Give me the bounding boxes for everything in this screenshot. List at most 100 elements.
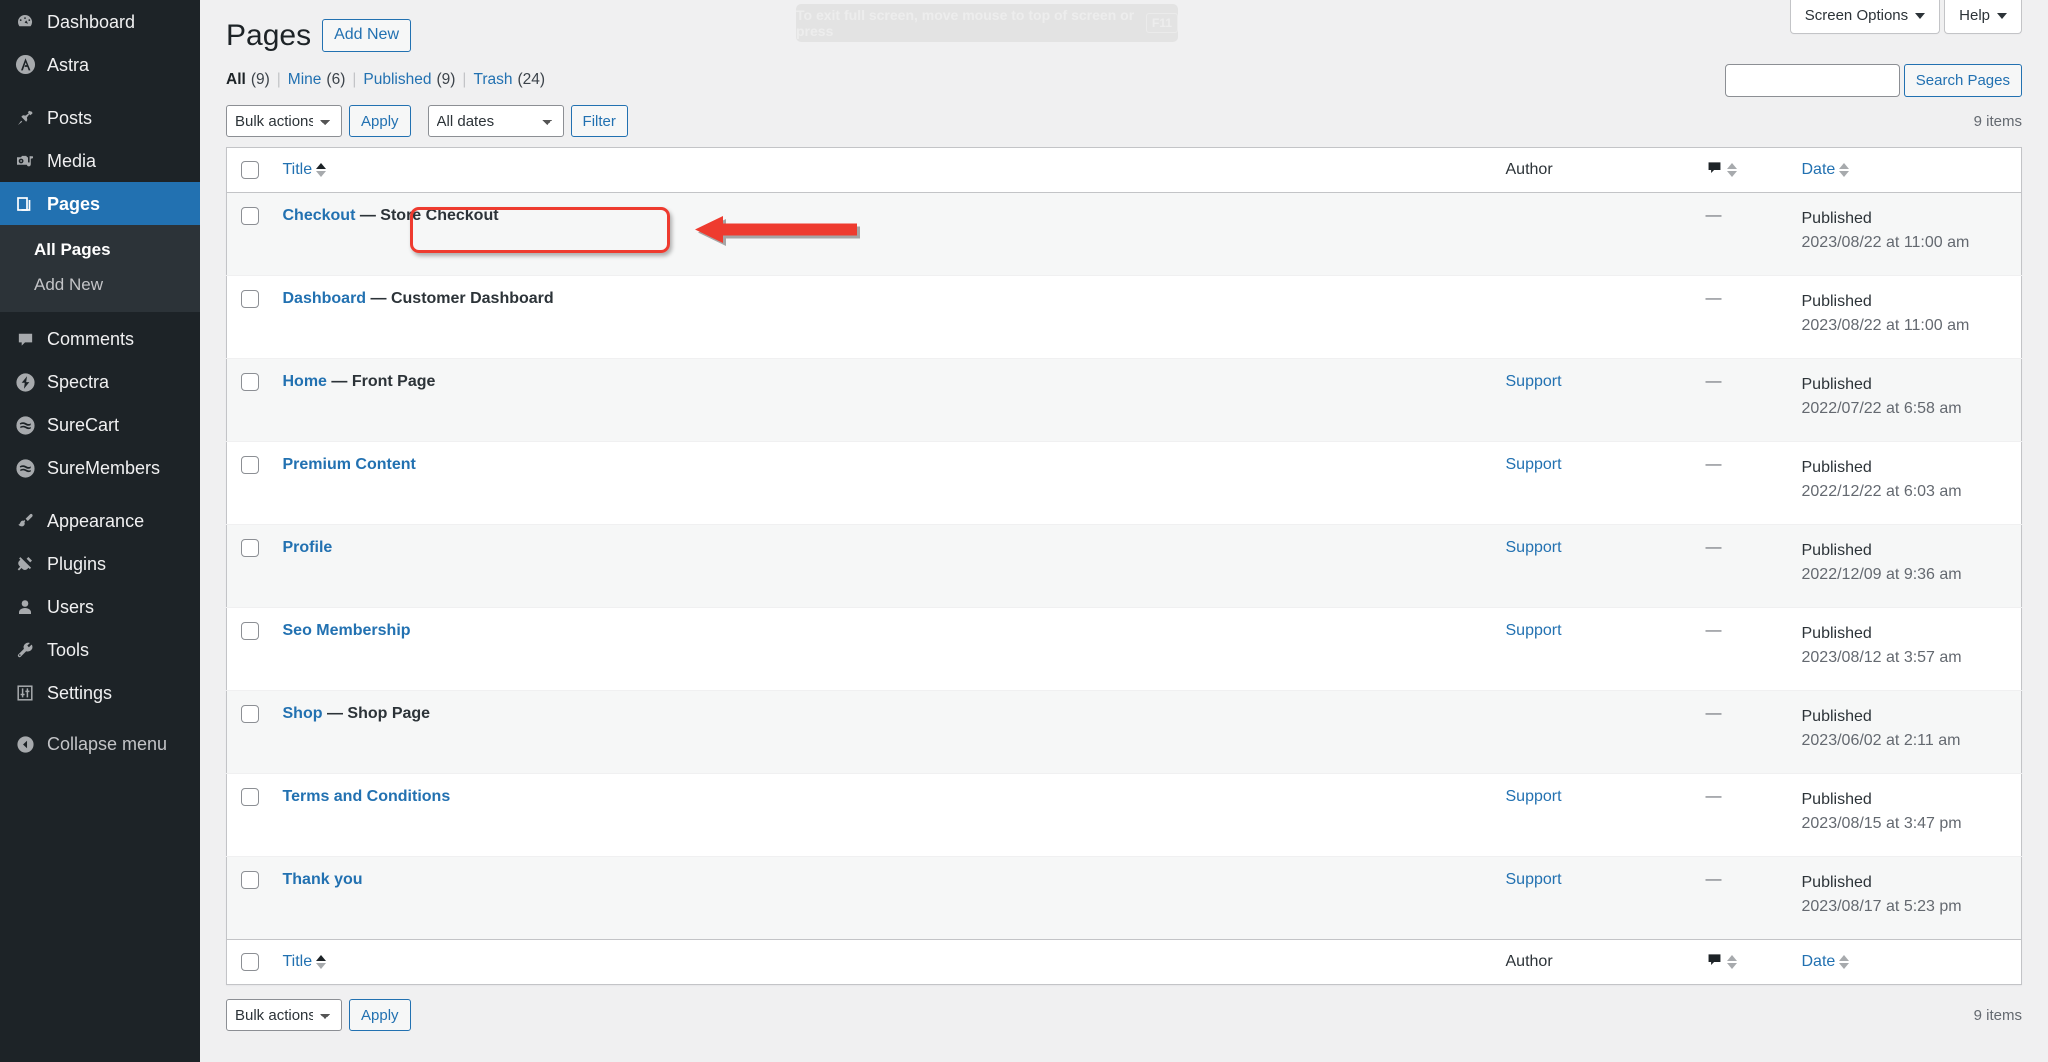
help-button[interactable]: Help	[1944, 0, 2022, 34]
search-submit-button[interactable]: Search Pages	[1903, 64, 2022, 97]
status-link-label[interactable]: All	[226, 71, 246, 89]
sidebar-item-label: Media	[47, 150, 97, 171]
status-link-mine[interactable]: Mine (6)	[288, 71, 346, 89]
row-comments-count: —	[1705, 871, 1722, 888]
row-author-link[interactable]: Support	[1506, 456, 1562, 473]
row-checkbox[interactable]	[241, 539, 259, 557]
sidebar-item-posts[interactable]: Posts	[0, 96, 200, 139]
sort-title-link-bottom[interactable]: Title	[283, 953, 327, 971]
row-checkbox[interactable]	[241, 207, 259, 225]
row-author-link[interactable]: Support	[1506, 622, 1562, 639]
sort-date-link-top[interactable]: Date	[1802, 161, 1850, 179]
row-date-value: 2023/08/12 at 3:57 am	[1801, 649, 1962, 666]
sidebar-item-settings[interactable]: Settings	[0, 672, 200, 715]
column-author-label: Author	[1505, 161, 1553, 178]
apply-button-bottom[interactable]: Apply	[349, 999, 411, 1031]
status-link-all[interactable]: All (9)	[226, 71, 270, 89]
row-comments-cell: —	[1695, 773, 1792, 857]
sort-desc-icon	[1839, 963, 1850, 969]
sidebar-item-pages[interactable]: Pages	[0, 182, 208, 225]
bulk-actions-select-bottom[interactable]: Bulk actions	[226, 999, 342, 1031]
bulk-actions-select-top[interactable]: Bulk actions	[226, 105, 342, 137]
sidebar-item-surecart[interactable]: SureCart	[0, 404, 200, 447]
row-author-link[interactable]: Support	[1506, 373, 1562, 390]
status-link-label[interactable]: Published	[363, 71, 431, 89]
row-author-link[interactable]: Support	[1506, 539, 1562, 556]
row-title-link[interactable]: Shop	[283, 705, 323, 722]
sidebar-item-media[interactable]: Media	[0, 139, 200, 182]
select-all-checkbox-bottom[interactable]	[241, 952, 259, 971]
status-link-label[interactable]: Trash	[473, 71, 512, 89]
row-date-cell: Published 2023/08/22 at 11:00 am	[1791, 275, 2022, 359]
status-link-label[interactable]: Mine	[288, 71, 322, 89]
sidebar-item-astra[interactable]: Astra	[0, 43, 200, 86]
sidebar-item-all-pages[interactable]: All Pages	[0, 232, 200, 267]
screen-options-button[interactable]: Screen Options	[1789, 0, 1941, 34]
row-author-cell	[1495, 690, 1696, 774]
sidebar-item-dashboard[interactable]: Dashboard	[0, 0, 200, 43]
sidebar-item-suremembers[interactable]: SureMembers	[0, 447, 200, 490]
row-author-cell	[1495, 192, 1696, 276]
date-filter-select[interactable]: All dates	[427, 105, 564, 137]
status-link-published[interactable]: Published (9)	[363, 71, 455, 89]
row-comments-cell: —	[1695, 192, 1792, 276]
sidebar-item-collapse-menu[interactable]: Collapse menu	[0, 723, 200, 766]
row-date-cell: Published 2022/12/09 at 9:36 am	[1791, 524, 2022, 608]
row-title-cell: Shop — Shop Page	[272, 690, 1496, 774]
filter-button[interactable]: Filter	[570, 105, 628, 137]
row-title-link[interactable]: Thank you	[283, 871, 363, 888]
sidebar-item-label: Spectra	[47, 372, 110, 392]
sidebar-separator	[0, 86, 200, 96]
sort-comments-link-bottom[interactable]	[1706, 951, 1737, 973]
sidebar-item-label: Posts	[47, 107, 93, 128]
add-new-button[interactable]: Add New	[322, 19, 411, 52]
row-title-link[interactable]: Checkout	[283, 207, 356, 224]
sort-arrows-icon	[1726, 955, 1737, 969]
sort-title-link-top[interactable]: Title	[283, 161, 327, 179]
sidebar-item-tools[interactable]: Tools	[0, 629, 200, 672]
status-link-trash[interactable]: Trash (24)	[473, 71, 545, 89]
row-checkbox[interactable]	[241, 456, 259, 474]
row-author-link[interactable]: Support	[1506, 788, 1562, 805]
row-comments-cell: —	[1695, 358, 1792, 442]
table-head: Title Author Date	[226, 147, 2022, 193]
displaying-num-top: 9 items	[1973, 112, 2022, 130]
sidebar-item-spectra[interactable]: Spectra	[0, 361, 200, 404]
select-all-checkbox-top[interactable]	[241, 160, 259, 179]
row-checkbox[interactable]	[241, 290, 259, 308]
chevron-down-icon	[1915, 12, 1926, 19]
row-title-link[interactable]: Premium Content	[283, 456, 416, 473]
row-comments-cell: —	[1695, 524, 1792, 608]
sidebar-item-label: Appearance	[47, 511, 145, 531]
row-date-value: 2022/12/22 at 6:03 am	[1801, 483, 1962, 500]
row-title-link[interactable]: Home	[283, 373, 327, 390]
row-comments-count: —	[1705, 539, 1722, 556]
row-checkbox[interactable]	[241, 622, 259, 640]
sidebar-item-plugins[interactable]: Plugins	[0, 543, 200, 586]
sidebar-item-add-new-page[interactable]: Add New	[0, 267, 200, 302]
apply-button-top[interactable]: Apply	[349, 105, 411, 137]
sliders-icon	[11, 680, 39, 706]
sidebar-item-label: Comments	[47, 329, 135, 349]
sort-date-link-bottom[interactable]: Date	[1802, 953, 1850, 971]
row-checkbox[interactable]	[241, 871, 259, 889]
sort-comments-link-top[interactable]	[1706, 159, 1737, 181]
comment-bubble-icon	[1706, 951, 1723, 973]
status-link-count: (9)	[436, 71, 456, 88]
sidebar-item-comments[interactable]: Comments	[0, 318, 200, 361]
row-checkbox[interactable]	[241, 373, 259, 391]
sidebar-item-appearance[interactable]: Appearance	[0, 500, 200, 543]
row-checkbox[interactable]	[241, 788, 259, 806]
row-title-link[interactable]: Terms and Conditions	[283, 788, 451, 805]
sidebar-item-label: Collapse menu	[47, 734, 168, 754]
row-select-cell	[226, 192, 273, 276]
row-checkbox[interactable]	[241, 705, 259, 723]
row-author-cell: Support	[1495, 773, 1696, 857]
row-author-link[interactable]: Support	[1506, 871, 1562, 888]
sidebar-item-users[interactable]: Users	[0, 586, 200, 629]
row-title-link[interactable]: Dashboard	[283, 290, 367, 307]
table-row: Home — Front Page Support — Published 2022/0…	[226, 358, 2022, 442]
row-title-link[interactable]: Profile	[283, 539, 333, 556]
row-title-link[interactable]: Seo Membership	[283, 622, 411, 639]
search-input[interactable]	[1724, 64, 1900, 97]
